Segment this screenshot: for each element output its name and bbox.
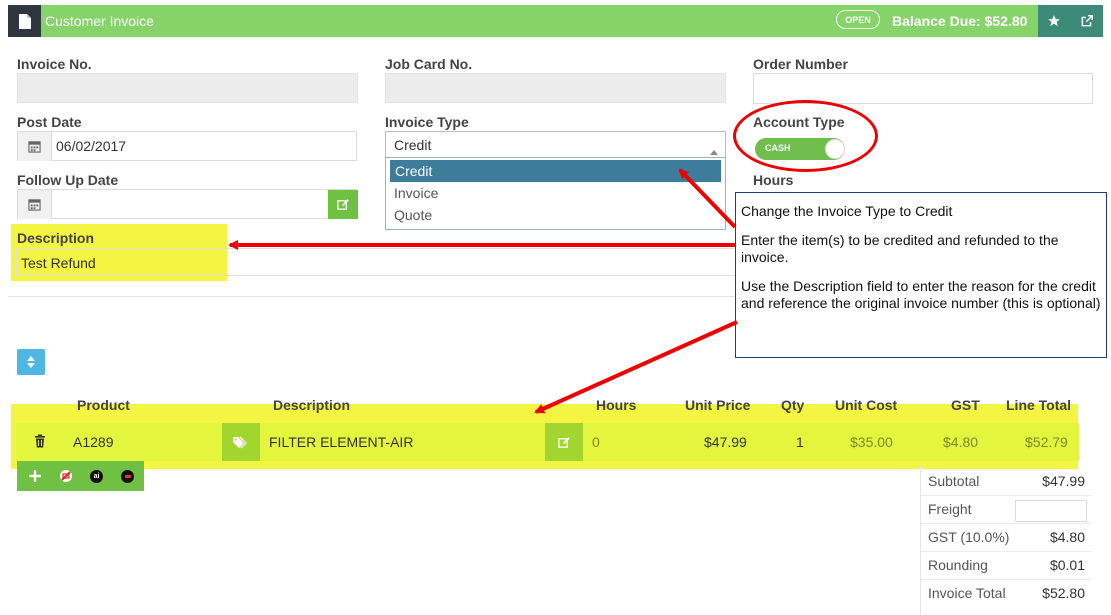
annotation-arrows (228, 168, 738, 414)
arrow-to-invoice-type (678, 168, 737, 229)
arrow-to-line-item (534, 320, 738, 414)
